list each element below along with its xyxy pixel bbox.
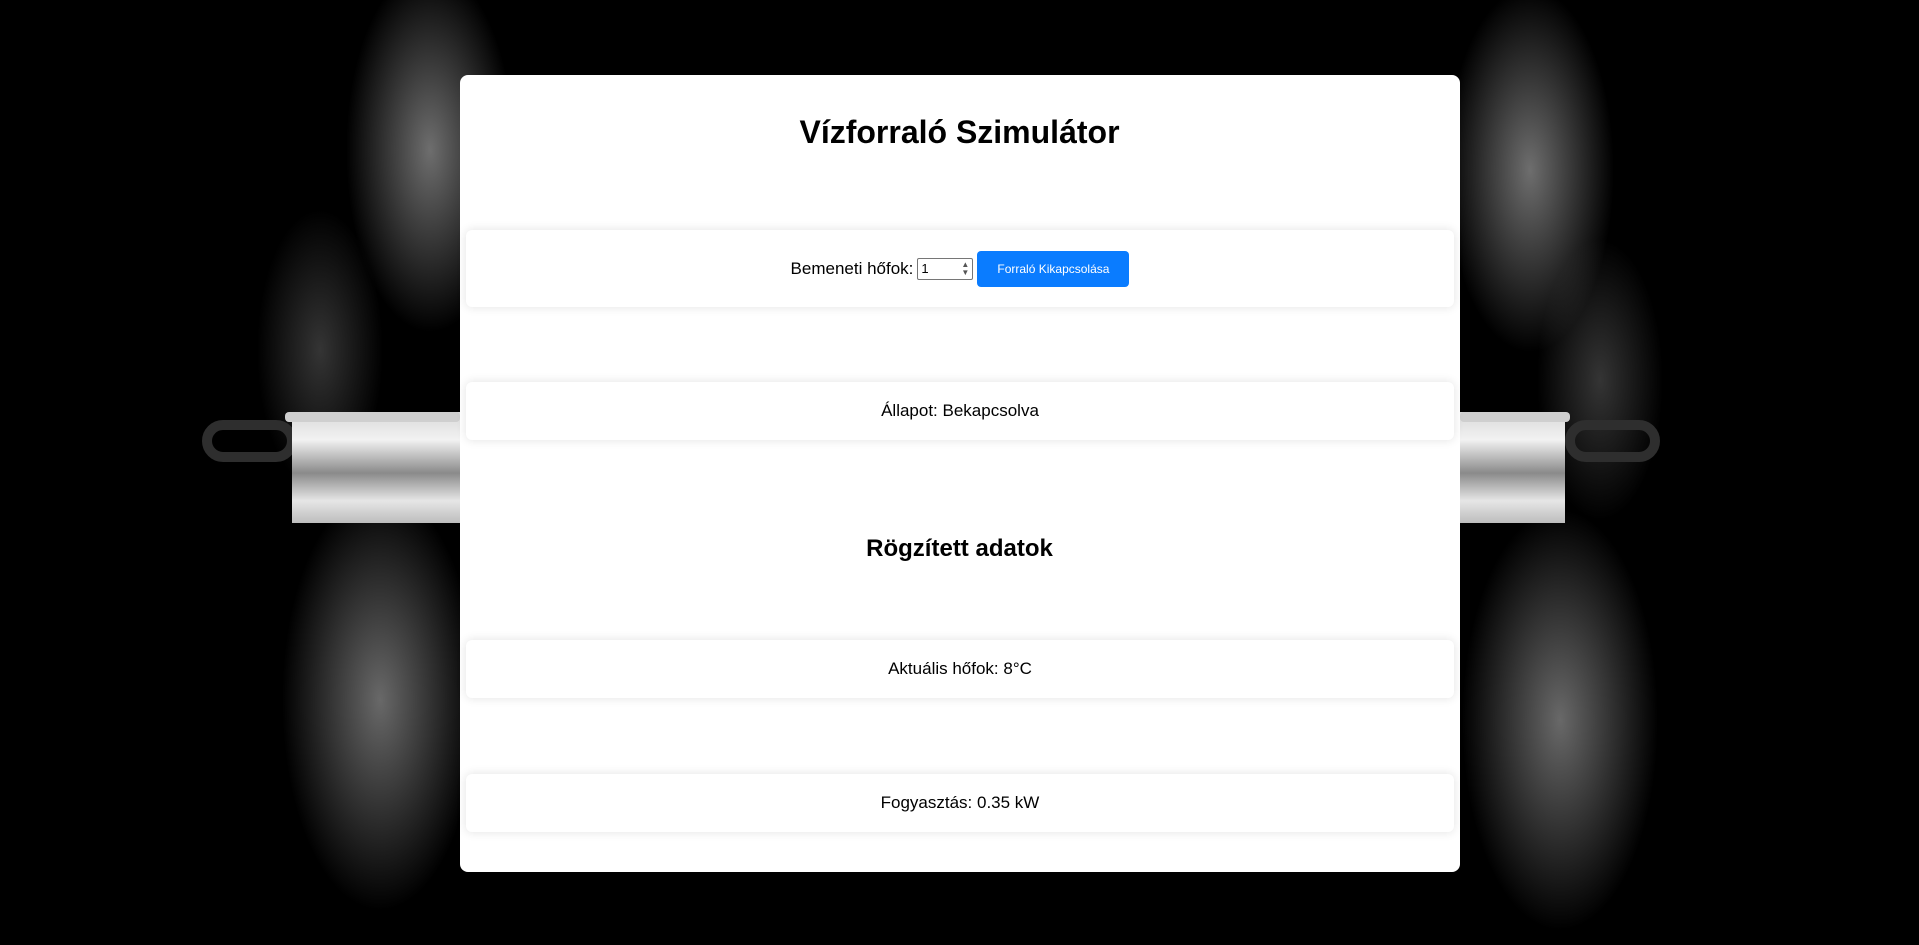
current-temperature-text: Aktuális hőfok: 8°C [888, 659, 1032, 678]
current-temperature-panel: Aktuális hőfok: 8°C [466, 640, 1454, 698]
recorded-data-title: Rögzített adatok [866, 535, 1053, 562]
consumption-text: Fogyasztás: 0.35 kW [880, 793, 1040, 812]
input-label: Bemeneti hőfok: [790, 258, 914, 278]
temperature-input[interactable]: 1 ▲ ▼ [917, 257, 974, 280]
consumption-panel: Fogyasztás: 0.35 kW [466, 774, 1454, 832]
pot-rim-right [1460, 412, 1570, 422]
input-panel: Bemeneti hőfok: 1 ▲ ▼ Forraló Kikapcsolá… [466, 230, 1454, 307]
pot-body-right [1460, 412, 1565, 523]
pot-rim-left [285, 412, 460, 422]
spinner-arrows-icon[interactable]: ▲ ▼ [958, 259, 972, 279]
toggle-boiler-button[interactable]: Forraló Kikapcsolása [977, 250, 1130, 287]
status-panel: Állapot: Bekapcsolva [466, 382, 1454, 440]
status-text: Állapot: Bekapcsolva [881, 401, 1039, 420]
pot-handle-left [202, 420, 297, 462]
main-card [460, 75, 1460, 872]
temperature-input-value: 1 [921, 261, 929, 276]
pot-body-left [292, 412, 460, 523]
page-title: Vízforraló Szimulátor [799, 114, 1120, 150]
pot-handle-right [1565, 420, 1660, 462]
arrow-down-icon[interactable]: ▼ [961, 268, 969, 277]
